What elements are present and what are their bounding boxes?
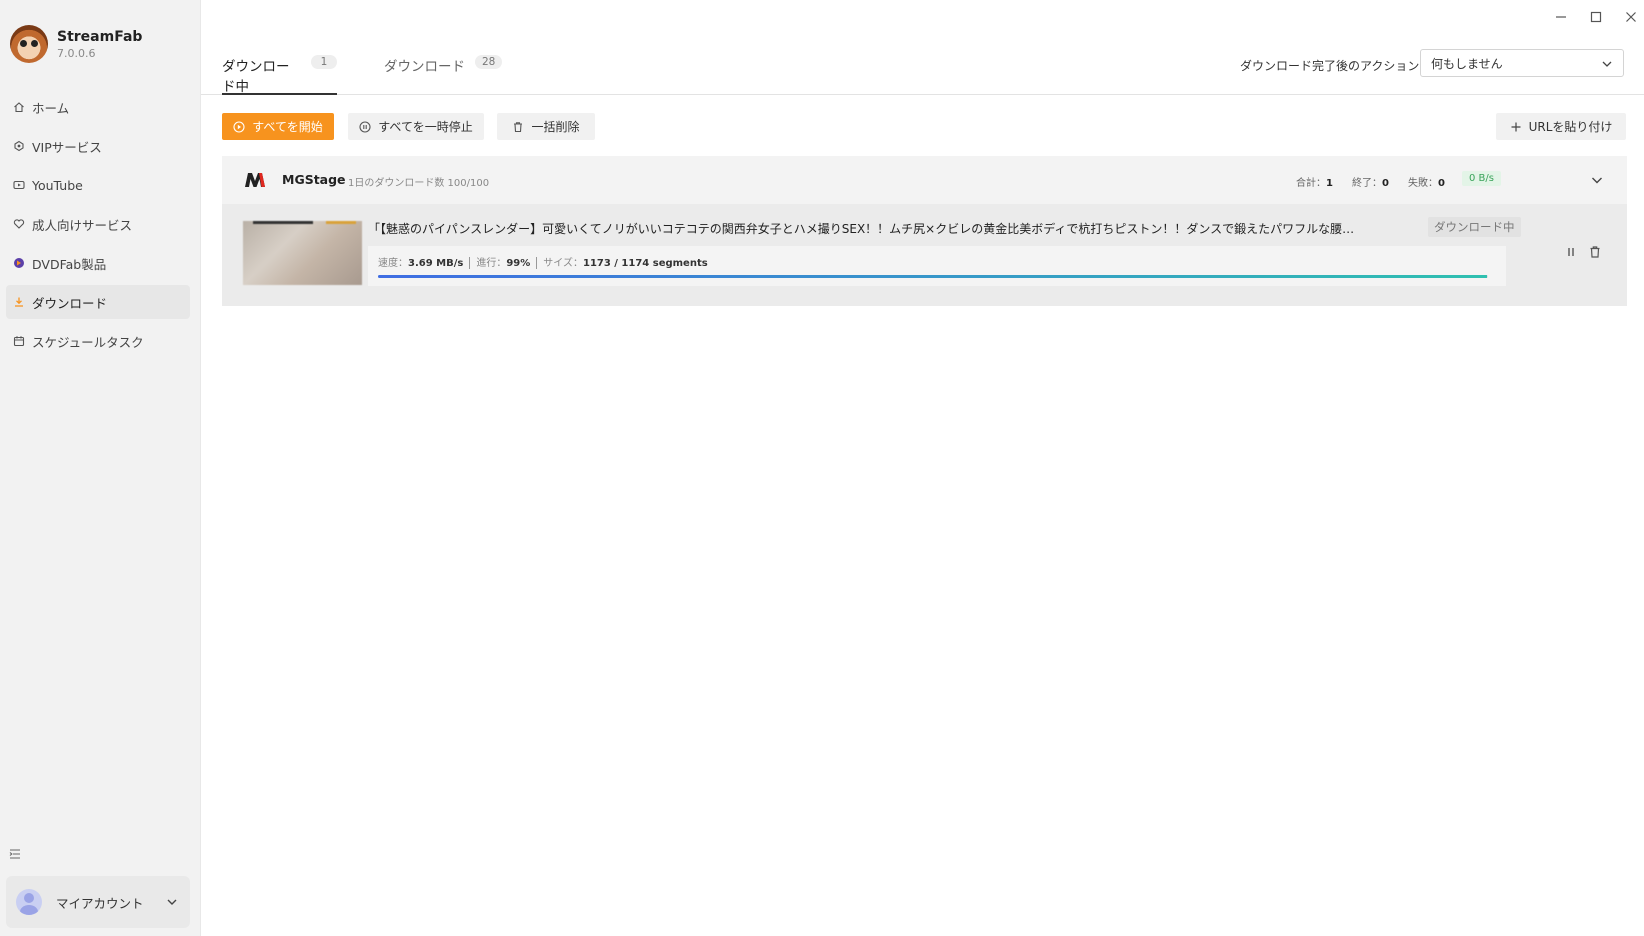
pause-all-button[interactable]: すべてを一時停止 (348, 113, 484, 140)
tab-count-badge: 28 (475, 55, 503, 69)
group-quota: 1日のダウンロード数 100/100 (348, 178, 490, 189)
collapse-menu-icon[interactable] (8, 846, 22, 860)
size-label: サイズ： (543, 258, 583, 269)
group-total: 合計：1 (1296, 174, 1333, 189)
item-title: 「【魅惑のパイパンスレンダー】可愛いくてノリがいいコテコテの関西弁女子とハメ撮り… (368, 222, 1358, 236)
avatar (16, 889, 42, 915)
progress-bar (378, 275, 1488, 278)
pause-button[interactable] (1564, 244, 1580, 260)
app-name: StreamFab (57, 28, 143, 45)
delete-button[interactable] (1588, 244, 1604, 260)
chevron-down-icon[interactable] (1590, 173, 1604, 187)
home-icon (12, 100, 26, 114)
sidebar-item-label: スケジュールタスク (32, 334, 144, 350)
stat-label: 失敗： (1408, 178, 1438, 189)
tab-label: ダウンロード中 (222, 59, 290, 95)
start-all-button[interactable]: すべてを開始 (222, 113, 334, 140)
group-failed: 失敗：0 (1408, 174, 1445, 189)
sidebar-item-download[interactable]: ダウンロード (6, 285, 190, 319)
sidebar-item-label: ホーム (32, 100, 70, 116)
after-action-value: 何もしません (1431, 56, 1503, 71)
mgstage-logo-icon (245, 173, 265, 187)
sidebar-item-label: YouTube (32, 177, 83, 193)
delete-all-button[interactable]: 一括削除 (497, 113, 595, 140)
calendar-icon (12, 334, 26, 348)
sidebar: StreamFab 7.0.0.6 ホーム VIPサービス YouTube 成人… (0, 0, 201, 936)
sidebar-item-schedule[interactable]: スケジュールタスク (6, 324, 190, 358)
stat-value: 0 (1382, 178, 1389, 189)
download-group: MGStage 1日のダウンロード数 100/100 合計：1 終了：0 失敗：… (222, 156, 1627, 306)
group-speed-badge: 0 B/s (1462, 171, 1501, 186)
sidebar-item-label: 成人向けサービス (32, 217, 133, 233)
stat-value: 1 (1326, 178, 1333, 189)
download-icon (12, 295, 26, 309)
tab-downloading[interactable]: ダウンロード中 1 (222, 55, 337, 95)
speed-value: 3.69 MB/s (408, 258, 464, 269)
group-header[interactable]: MGStage 1日のダウンロード数 100/100 合計：1 終了：0 失敗：… (222, 156, 1627, 204)
pause-icon (1568, 248, 1574, 256)
youtube-icon (12, 178, 26, 192)
after-action-select[interactable]: 何もしません (1420, 49, 1624, 77)
dvdfab-icon (12, 256, 26, 270)
streamfab-logo-icon (10, 25, 48, 63)
sidebar-item-home[interactable]: ホーム (6, 90, 190, 124)
size-value: 1173 / 1174 segments (582, 258, 708, 269)
stat-value: 0 (1438, 178, 1445, 189)
brand: StreamFab 7.0.0.6 (10, 25, 142, 63)
account-menu[interactable]: マイアカウント (6, 876, 190, 928)
app-version: 7.0.0.6 (57, 46, 96, 60)
tab-downloaded[interactable]: ダウンロード 28 (384, 55, 503, 93)
progress-bar-fill (378, 275, 1487, 278)
tab-count-badge: 1 (311, 55, 337, 69)
sidebar-item-dvdfab[interactable]: DVDFab製品 (6, 246, 190, 280)
pause-circle-icon (359, 120, 371, 133)
video-thumbnail (243, 221, 362, 285)
after-action-label: ダウンロード完了後のアクション： (1240, 59, 1432, 73)
close-button[interactable] (1620, 6, 1642, 28)
tab-label: ダウンロード (384, 59, 465, 75)
maximize-icon (1590, 11, 1602, 23)
group-name: MGStage (282, 172, 346, 187)
sidebar-nav: ホーム VIPサービス YouTube 成人向けサービス DVDFab製品 ダウ… (0, 90, 200, 363)
progress-value: 99% (506, 258, 531, 269)
plus-icon (1511, 122, 1521, 131)
account-label: マイアカウント (56, 895, 144, 911)
stat-label: 合計： (1296, 178, 1326, 189)
chevron-down-icon (1602, 61, 1612, 67)
sidebar-item-adult[interactable]: 成人向けサービス (6, 207, 190, 241)
sidebar-item-label: DVDFab製品 (32, 256, 107, 272)
play-circle-icon (233, 120, 245, 133)
button-label: URLを貼り付け (1528, 120, 1613, 134)
minimize-icon (1556, 16, 1566, 18)
minimize-button[interactable] (1550, 6, 1572, 28)
sidebar-item-youtube[interactable]: YouTube (6, 168, 190, 202)
stat-label: 終了： (1352, 178, 1382, 189)
close-icon (1626, 12, 1636, 22)
sidebar-item-vip[interactable]: VIPサービス (6, 129, 190, 163)
sidebar-item-label: VIPサービス (32, 139, 102, 155)
trash-icon (1590, 246, 1600, 258)
group-done: 終了：0 (1352, 174, 1389, 189)
speed-label: 速度： (378, 258, 408, 269)
download-item[interactable]: 「【魅惑のパイパンスレンダー】可愛いくてノリがいいコテコテの関西弁女子とハメ撮り… (222, 204, 1627, 306)
chevron-down-icon (167, 899, 177, 905)
button-label: すべてを一時停止 (378, 120, 473, 134)
progress-label: 進行： (476, 258, 507, 269)
sidebar-item-label: ダウンロード (32, 295, 108, 311)
button-label: すべてを開始 (252, 120, 323, 134)
button-label: 一括削除 (531, 120, 580, 134)
status-badge: ダウンロード中 (1428, 217, 1521, 237)
heart-icon (12, 217, 26, 231)
paste-url-button[interactable]: URLを貼り付け (1496, 113, 1626, 140)
maximize-button[interactable] (1585, 6, 1607, 28)
vip-icon (12, 139, 26, 153)
item-stats: 速度：3.69 MB/s 進行：99% サイズ：1173 / 1174 segmen… (378, 254, 708, 269)
item-detail: 速度：3.69 MB/s 進行：99% サイズ：1173 / 1174 segmen… (368, 246, 1506, 286)
trash-icon (514, 121, 523, 132)
